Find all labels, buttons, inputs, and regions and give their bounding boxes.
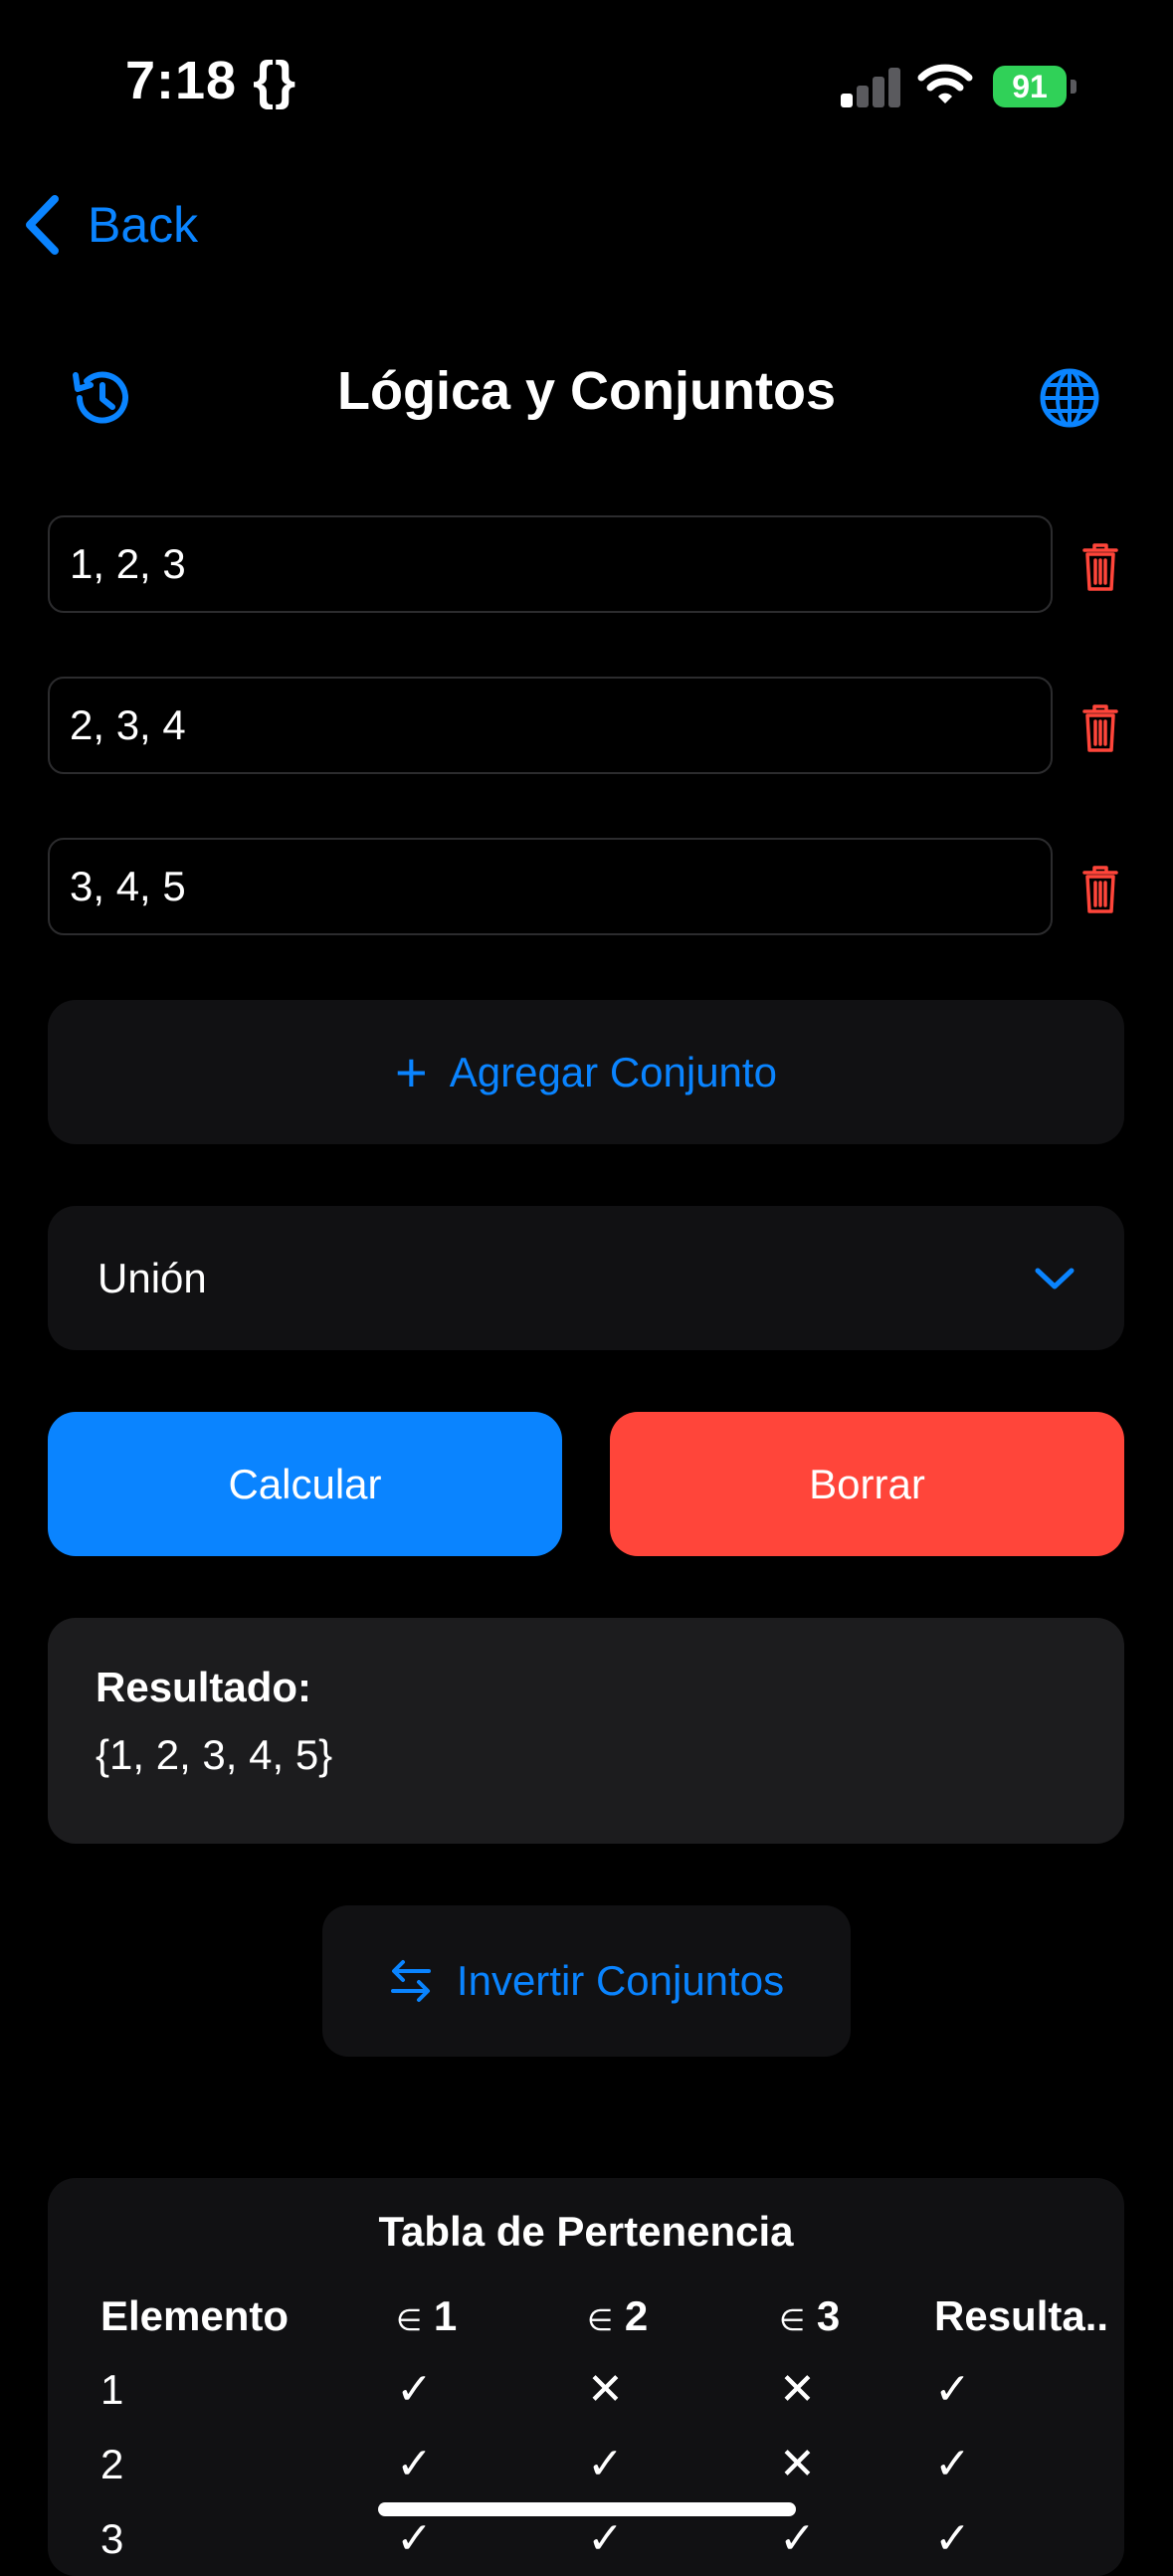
row-3-result: ✓	[934, 2514, 971, 2563]
row-2-element: 2	[100, 2441, 124, 2487]
chevron-down-icon	[1035, 1268, 1075, 1288]
row-1-result: ✓	[934, 2365, 971, 2414]
wifi-icon	[917, 64, 973, 103]
element-of-symbol: ∈	[587, 2304, 614, 2337]
result-card: Resultado: {1, 2, 3, 4, 5}	[48, 1618, 1124, 1844]
plus-icon: +	[395, 1040, 428, 1103]
row-3-in-set-2: ✓	[587, 2514, 624, 2563]
set-input-1[interactable]	[48, 515, 1053, 613]
row-1-in-set-1: ✓	[396, 2365, 433, 2414]
row-3-element: 3	[100, 2515, 124, 2562]
row-3-in-set-3: ✓	[779, 2514, 816, 2563]
result-label: Resultado:	[96, 1664, 312, 1710]
header-set-1: ∈ 1	[396, 2292, 457, 2340]
add-set-label: Agregar Conjunto	[449, 1048, 777, 1095]
clear-button[interactable]: Borrar	[610, 1412, 1124, 1556]
table-title: Tabla de Pertenencia	[378, 2208, 794, 2255]
element-of-symbol: ∈	[396, 2304, 423, 2337]
row-2-in-set-1: ✓	[396, 2440, 433, 2488]
row-1-in-set-3: ✕	[779, 2365, 816, 2414]
battery-level: 91	[1012, 68, 1048, 104]
cellular-signal-icon	[841, 66, 900, 107]
result-value: {1, 2, 3, 4, 5}	[96, 1731, 333, 1778]
set-input-2[interactable]	[48, 677, 1053, 774]
row-1-element: 1	[100, 2366, 124, 2413]
chevron-left-icon	[26, 195, 59, 255]
header-result: Resulta..	[934, 2292, 1109, 2339]
battery-icon: 91	[993, 66, 1078, 107]
header-set-2: ∈ 2	[587, 2292, 648, 2340]
globe-icon[interactable]	[1035, 363, 1104, 433]
invert-sets-button[interactable]: Invertir Conjuntos	[322, 1905, 851, 2057]
operation-select[interactable]: Unión	[48, 1206, 1124, 1350]
back-button[interactable]: Back	[24, 189, 198, 261]
page-title: Lógica y Conjuntos	[336, 361, 836, 421]
row-2-result: ✓	[934, 2440, 971, 2488]
delete-set-3-trash-icon[interactable]	[1080, 864, 1120, 915]
membership-table: Tabla de Pertenencia Elemento ∈ 1 ∈ 2 ∈ …	[48, 2178, 1124, 2576]
header-set-2-number: 2	[624, 2292, 649, 2339]
invert-sets-label: Invertir Conjuntos	[456, 1957, 785, 2004]
element-of-symbol: ∈	[779, 2304, 806, 2337]
header-set-3: ∈ 3	[779, 2292, 840, 2340]
add-set-button[interactable]: + Agregar Conjunto	[48, 1000, 1124, 1144]
header-element: Elemento	[100, 2292, 290, 2339]
row-2-in-set-2: ✓	[587, 2440, 624, 2488]
set-input-3[interactable]	[48, 838, 1053, 935]
row-2-in-set-3: ✕	[779, 2440, 816, 2488]
delete-set-1-trash-icon[interactable]	[1080, 541, 1120, 593]
header-set-3-number: 3	[816, 2292, 841, 2339]
header-set-1-number: 1	[433, 2292, 458, 2339]
row-3-in-set-1: ✓	[396, 2514, 433, 2563]
operation-selected-value: Unión	[98, 1254, 207, 1301]
home-indicator[interactable]	[378, 2502, 796, 2516]
swap-arrows-icon	[390, 1960, 431, 2002]
calculate-button[interactable]: Calcular	[48, 1412, 562, 1556]
status-time: 7:18 {}	[125, 51, 297, 110]
row-1-in-set-2: ✕	[587, 2365, 624, 2414]
back-label: Back	[88, 197, 199, 253]
delete-set-2-trash-icon[interactable]	[1080, 702, 1120, 754]
